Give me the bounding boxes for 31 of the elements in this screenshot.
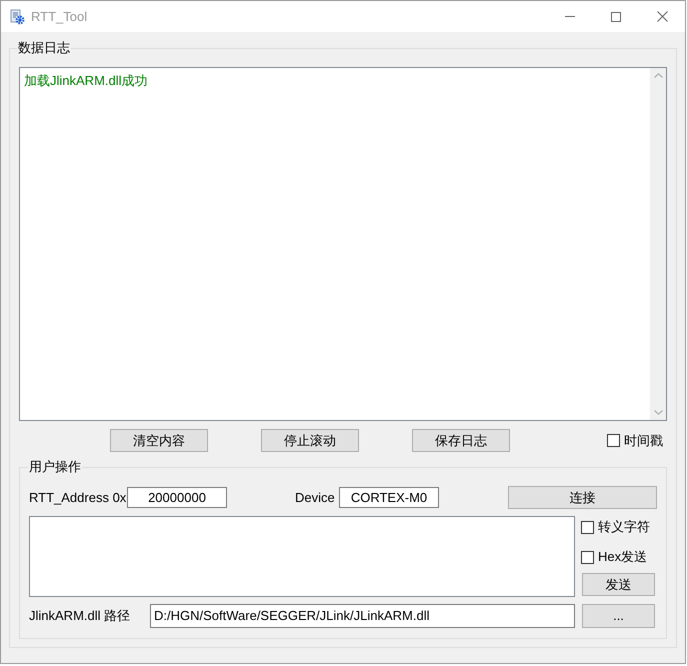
field-label: Device <box>295 488 336 507</box>
log-line: 加载JlinkARM.dll成功 <box>24 73 148 89</box>
field-label: JlinkARM.dll 路径 <box>29 607 132 626</box>
option-label: 转义字符 <box>598 519 650 535</box>
group-title: 数据日志 <box>17 40 71 56</box>
close-icon <box>656 11 668 22</box>
send-button[interactable]: 发送 <box>582 573 655 596</box>
address-field[interactable]: 20000000 <box>127 487 227 508</box>
window-title: RTT_Tool <box>31 8 88 26</box>
connect-button[interactable]: 连接 <box>508 486 657 509</box>
field-label: RTT_Address 0x <box>29 488 127 507</box>
toolbar-button[interactable]: 清空内容 <box>110 429 208 452</box>
path-field[interactable]: D:/HGN/SoftWare/SEGGER/JLink/JLinkARM.dll <box>150 604 575 628</box>
option-label: 时间戳 <box>624 432 663 448</box>
option-label: Hex发送 <box>598 549 648 565</box>
checkbox[interactable] <box>607 434 620 447</box>
scrollbar[interactable] <box>650 68 666 420</box>
maximize-icon <box>611 12 621 22</box>
toolbar-button[interactable]: 保存日志 <box>412 429 510 452</box>
scroll-down-icon[interactable] <box>654 410 662 415</box>
browse-button[interactable]: ... <box>582 604 655 628</box>
document-gear-icon <box>9 8 25 24</box>
send-text-area[interactable] <box>29 516 575 597</box>
checkbox[interactable] <box>581 550 594 564</box>
checkbox[interactable] <box>581 520 594 534</box>
scroll-up-icon[interactable] <box>654 73 662 78</box>
device-field[interactable]: CORTEX-M0 <box>339 487 439 508</box>
minimize-icon <box>565 16 575 17</box>
group-title: 用户操作 <box>28 459 82 475</box>
toolbar-button[interactable]: 停止滚动 <box>261 429 359 452</box>
log-text-area[interactable]: 加载JlinkARM.dll成功 <box>19 67 667 421</box>
